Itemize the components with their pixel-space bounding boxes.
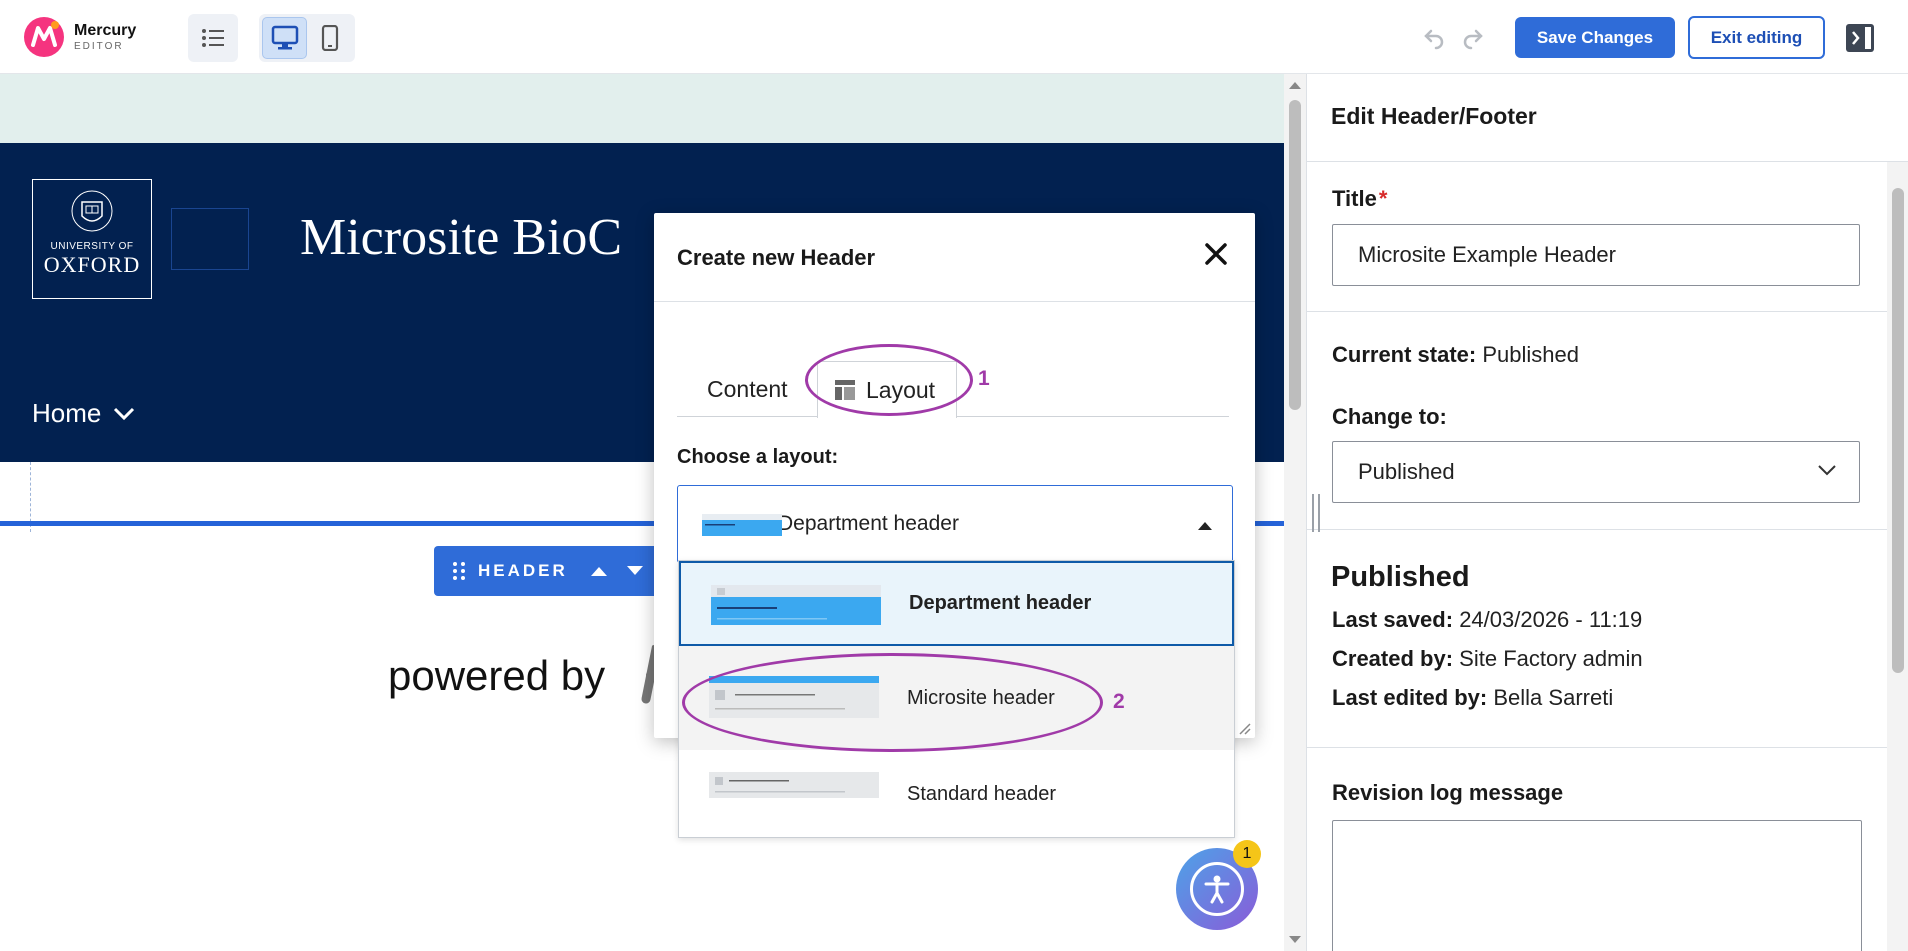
option-label: Standard header — [907, 782, 1057, 805]
powered-by-text: powered by — [388, 652, 606, 699]
app-root: Mercury EDITOR Save Changes Exit editing… — [0, 0, 1908, 951]
choose-layout-label: Choose a layout: — [677, 446, 839, 468]
brand-line1: UNIVERSITY OF — [50, 241, 134, 252]
top-toolbar: Mercury EDITOR Save Changes Exit editing — [0, 0, 1908, 74]
oxford-logo: UNIVERSITY OF OXFORD — [32, 179, 152, 299]
layout-select-value: Department header — [778, 512, 959, 535]
change-to-label: Change to: — [1332, 404, 1447, 429]
resize-grip-icon[interactable] — [1237, 721, 1251, 735]
move-up-icon[interactable] — [590, 565, 608, 577]
current-state: Current state: Published — [1332, 342, 1580, 367]
revision-log-textarea[interactable] — [1332, 820, 1862, 951]
site-title: Microsite BioC — [300, 209, 623, 266]
annotation-ellipse-1 — [805, 344, 973, 416]
sidebar-title: Edit Header/Footer — [1331, 103, 1537, 129]
exit-editing-button[interactable]: Exit editing — [1688, 16, 1825, 59]
header-block-toolbar[interactable]: HEADER — [434, 546, 664, 596]
annotation-number-1: 1 — [978, 367, 990, 390]
tab-content[interactable]: Content — [707, 361, 788, 417]
redo-icon — [1463, 29, 1483, 50]
crest-icon — [71, 190, 113, 232]
status-heading: Published — [1331, 561, 1470, 593]
save-changes-button[interactable]: Save Changes — [1515, 17, 1675, 58]
close-icon[interactable] — [1201, 239, 1231, 269]
title-field-label: Title* — [1332, 186, 1388, 211]
canvas-scroll-thumb[interactable] — [1289, 100, 1301, 410]
mobile-icon — [321, 25, 338, 51]
title-input[interactable]: Microsite Example Header — [1332, 224, 1860, 286]
caret-up-icon — [1198, 522, 1212, 530]
list-icon — [202, 29, 224, 47]
nav-item-home[interactable]: Home — [32, 398, 135, 429]
secondary-logo-slot — [171, 208, 249, 270]
edit-sidebar: Edit Header/Footer Title* Microsite Exam… — [1306, 74, 1908, 951]
change-to-value: Published — [1358, 459, 1455, 484]
department-header-thumbnail-icon — [711, 585, 881, 625]
redo-button[interactable] — [1459, 24, 1487, 52]
required-marker: * — [1378, 186, 1388, 211]
logo-name: Mercury — [74, 21, 137, 39]
change-to-select[interactable]: Published — [1332, 441, 1860, 503]
outline-button[interactable] — [188, 14, 238, 62]
mercury-logo-icon — [24, 17, 64, 57]
alert-strip — [0, 74, 1284, 143]
option-label: Department header — [909, 592, 1092, 614]
layout-select[interactable]: Department header — [677, 485, 1233, 563]
annotation-number-2: 2 — [1113, 690, 1125, 713]
brand-line2: OXFORD — [43, 252, 141, 277]
logo-sub: EDITOR — [74, 40, 124, 52]
desktop-view-button[interactable] — [262, 17, 307, 59]
undo-icon — [1424, 29, 1444, 50]
header-chip-label: HEADER — [478, 561, 568, 580]
mercury-logo[interactable]: Mercury EDITOR — [22, 15, 136, 59]
option-standard-header[interactable]: Standard header — [679, 750, 1234, 838]
desktop-icon — [271, 25, 298, 50]
modal-header: Create new Header — [654, 213, 1255, 302]
notification-badge: 1 — [1233, 840, 1261, 868]
last-edited-by: Last edited by: Bella Sarreti — [1332, 685, 1614, 710]
chevron-down-icon — [1818, 465, 1836, 476]
department-header-thumbnail-icon — [702, 514, 782, 536]
standard-header-thumbnail-icon — [709, 772, 879, 798]
drag-handle-icon[interactable] — [452, 561, 466, 581]
chevron-down-icon — [114, 407, 135, 420]
mobile-view-button[interactable] — [307, 17, 352, 59]
accessibility-icon — [1204, 875, 1230, 904]
sidebar-scroll-thumb[interactable] — [1892, 188, 1904, 673]
last-saved: Last saved: 24/03/2026 - 11:19 — [1332, 607, 1643, 632]
nav-home-label: Home — [32, 398, 102, 428]
created-by: Created by: Site Factory admin — [1332, 646, 1643, 671]
annotation-ellipse-2 — [682, 653, 1103, 752]
panel-toggle-icon[interactable] — [1845, 23, 1875, 53]
sidebar-scrollbar[interactable] — [1887, 162, 1908, 951]
device-switcher — [259, 14, 355, 62]
sidebar-resize-handle[interactable] — [1312, 494, 1320, 532]
option-department-header[interactable]: Department header — [679, 561, 1234, 646]
move-down-icon[interactable] — [626, 565, 644, 577]
undo-button[interactable] — [1420, 24, 1448, 52]
sidebar-header: Edit Header/Footer — [1307, 74, 1908, 162]
modal-title: Create new Header — [677, 245, 876, 270]
canvas-scrollbar[interactable] — [1284, 74, 1306, 951]
revision-log-label: Revision log message — [1332, 780, 1564, 805]
